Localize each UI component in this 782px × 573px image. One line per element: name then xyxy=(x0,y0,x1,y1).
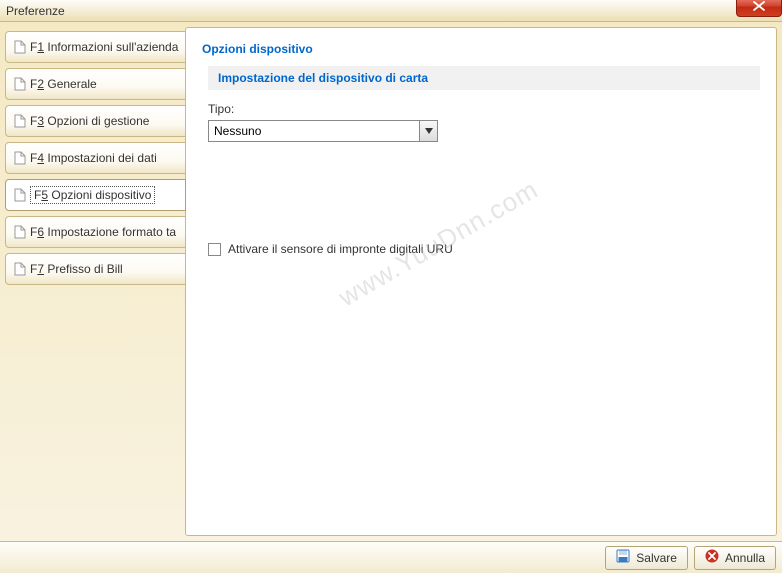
cancel-icon xyxy=(705,549,719,566)
page-icon xyxy=(14,114,26,128)
close-icon xyxy=(753,0,765,14)
body-area: F1 Informazioni sull'azienda F2 Generale F… xyxy=(0,22,782,541)
type-label: Tipo: xyxy=(208,102,760,116)
checkbox-label: Attivare il sensore di impronte digitali… xyxy=(228,242,453,256)
sidebar-tab-f2[interactable]: F2 Generale xyxy=(5,68,186,100)
uru-checkbox[interactable] xyxy=(208,243,221,256)
section-title: Opzioni dispositivo xyxy=(202,42,760,56)
sidebar-tab-f4[interactable]: F4 Impostazioni dei dati xyxy=(5,142,186,174)
sidebar-tab-label: F5 Opzioni dispositivo xyxy=(30,188,155,202)
save-button-label: Salvare xyxy=(636,551,677,565)
sidebar: F1 Informazioni sull'azienda F2 Generale F… xyxy=(5,27,185,536)
page-icon xyxy=(14,40,26,54)
sidebar-tab-f5[interactable]: F5 Opzioni dispositivo xyxy=(5,179,186,211)
subsection-header: Impostazione del dispositivo di carta xyxy=(208,66,760,90)
sidebar-tab-label: F2 Generale xyxy=(30,77,97,91)
cancel-button-label: Annulla xyxy=(725,551,765,565)
save-button[interactable]: Salvare xyxy=(605,546,688,570)
cancel-button[interactable]: Annulla xyxy=(694,546,776,570)
footer: Salvare Annulla xyxy=(0,541,782,573)
page-icon xyxy=(14,188,26,202)
chevron-down-icon xyxy=(419,121,437,141)
sidebar-tab-f1[interactable]: F1 Informazioni sull'azienda xyxy=(5,31,186,63)
sidebar-tab-f3[interactable]: F3 Opzioni di gestione xyxy=(5,105,186,137)
page-icon xyxy=(14,225,26,239)
page-icon xyxy=(14,262,26,276)
sidebar-tab-f7[interactable]: F7 Prefisso di Bill xyxy=(5,253,186,285)
titlebar: Preferenze xyxy=(0,0,782,22)
sidebar-tab-label: F4 Impostazioni dei dati xyxy=(30,151,157,165)
close-button[interactable] xyxy=(736,0,782,17)
window-title: Preferenze xyxy=(6,4,65,18)
sidebar-tab-label: F3 Opzioni di gestione xyxy=(30,114,149,128)
checkbox-row: Attivare il sensore di impronte digitali… xyxy=(208,242,760,256)
dropdown-value: Nessuno xyxy=(209,124,419,138)
content-panel: Opzioni dispositivo Impostazione del dis… xyxy=(185,27,777,536)
sidebar-tab-label: F6 Impostazione formato ta xyxy=(30,225,176,239)
page-icon xyxy=(14,151,26,165)
page-icon xyxy=(14,77,26,91)
sidebar-tab-label: F1 Informazioni sull'azienda xyxy=(30,40,178,54)
subsection-title: Impostazione del dispositivo di carta xyxy=(218,71,750,85)
sidebar-tab-label: F7 Prefisso di Bill xyxy=(30,262,123,276)
type-dropdown[interactable]: Nessuno xyxy=(208,120,438,142)
save-icon xyxy=(616,549,630,566)
sidebar-tab-f6[interactable]: F6 Impostazione formato ta xyxy=(5,216,186,248)
